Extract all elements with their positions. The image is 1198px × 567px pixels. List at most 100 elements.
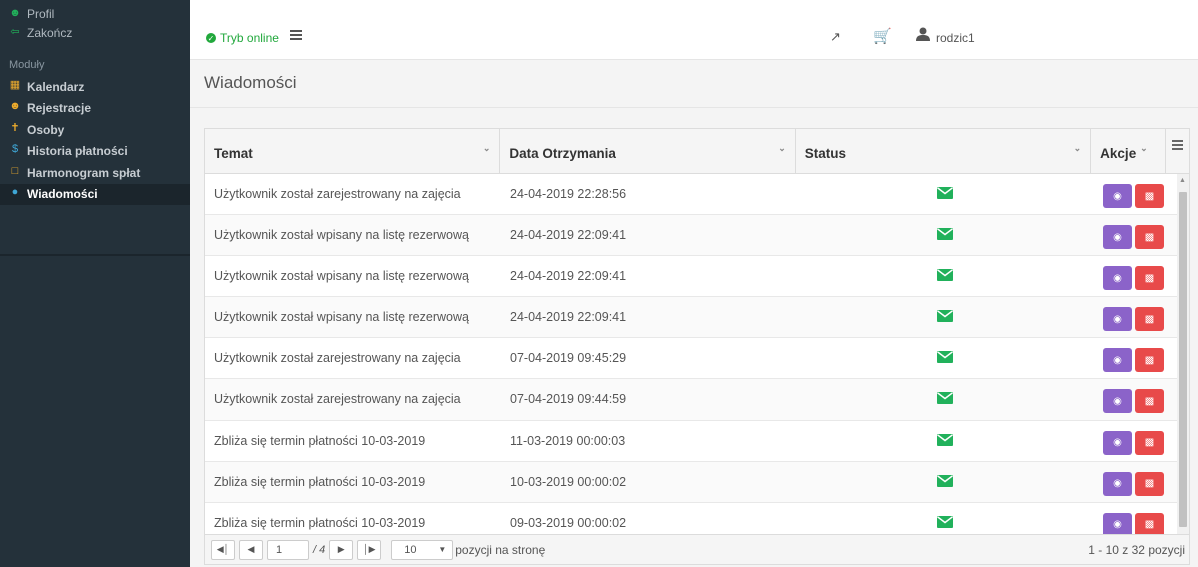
user-icon[interactable] [916, 27, 930, 41]
page-count: / 4 [313, 543, 326, 556]
cell-date: 24-04-2019 22:09:41 [510, 228, 627, 243]
delete-button[interactable]: ▩ [1135, 389, 1164, 414]
first-page-button[interactable]: ◀│ [211, 539, 235, 560]
view-button[interactable]: ◉ [1103, 430, 1132, 455]
view-button[interactable]: ◉ [1103, 184, 1132, 208]
male-icon: ✝ [10, 122, 20, 134]
cell-topic: Użytkownik został wpisany na listę rezer… [214, 310, 469, 325]
sidebar-item-kalendarz[interactable]: ▦ Kalendarz [0, 76, 190, 98]
delete-button[interactable]: ▩ [1135, 307, 1164, 332]
page-number-input[interactable] [267, 539, 309, 560]
cell-status [797, 256, 1093, 296]
cell-actions: ◉ ▩ [1093, 379, 1179, 419]
table-row[interactable]: Zbliża się termin płatności 10-03-2019 11… [205, 421, 1189, 462]
column-menu-icon[interactable] [1166, 129, 1189, 173]
delete-button[interactable]: ▩ [1135, 184, 1164, 208]
delete-button[interactable]: ▩ [1135, 430, 1164, 455]
cell-topic: Zbliża się termin płatności 10-03-2019 [214, 433, 426, 448]
view-button[interactable]: ◉ [1103, 266, 1132, 291]
table-row[interactable]: Użytkownik został zarejestrowany na zaję… [205, 174, 1189, 216]
delete-button[interactable]: ▩ [1135, 225, 1164, 250]
eye-icon: ◉ [1113, 190, 1122, 202]
sidebar-item-harmonogram-splat[interactable]: □ Harmonogram spłat [0, 162, 190, 184]
cell-status [797, 421, 1093, 461]
trash-icon: ▩ [1144, 354, 1155, 366]
sidebar-item-label: Osoby [27, 122, 65, 137]
scroll-up-icon[interactable]: ▲ [1179, 177, 1186, 184]
trash-icon: ▩ [1144, 231, 1155, 243]
cell-status [797, 462, 1093, 502]
cell-date: 10-03-2019 00:00:02 [510, 474, 627, 489]
online-status-label: Tryb online [220, 31, 279, 45]
caret-down-icon: ▼ [438, 545, 447, 554]
cell-actions: ◉ ▩ [1093, 297, 1179, 337]
fullscreen-icon[interactable]: ↗ [830, 29, 841, 45]
column-header-label: Temat [214, 146, 253, 161]
cell-actions: ◉ ▩ [1093, 174, 1179, 214]
delete-button[interactable]: ▩ [1135, 348, 1164, 373]
table-row[interactable]: Użytkownik został zarejestrowany na zaję… [205, 338, 1189, 380]
last-page-button[interactable]: │▶ [357, 539, 382, 560]
cell-actions: ◉ ▩ [1093, 421, 1179, 461]
trash-icon: ▩ [1144, 313, 1155, 325]
cell-status [797, 338, 1093, 378]
messages-grid: Temat ⌄ Data Otrzymania ⌄ Status ⌄ Akcje… [204, 128, 1190, 565]
chevron-down-icon[interactable]: ⌄ [1074, 143, 1082, 154]
eye-icon: ◉ [1113, 437, 1122, 449]
prev-page-button[interactable]: ◀ [239, 539, 263, 560]
sidebar-item-osoby[interactable]: ✝ Osoby [0, 119, 190, 141]
sidebar: ☻ Profil ⇦ Zakończ Moduły ▦ Kalendarz ☻ … [0, 0, 190, 567]
chevron-down-icon[interactable]: ⌄ [483, 143, 491, 154]
cart-icon[interactable]: 🛒 [873, 27, 892, 45]
username[interactable]: rodzic1 [936, 31, 975, 45]
menu-toggle-icon[interactable] [290, 30, 302, 42]
sidebar-item-historia-platnosci[interactable]: $ Historia płatności [0, 141, 190, 163]
view-button[interactable]: ◉ [1103, 225, 1132, 250]
topbar: ✓ Tryb online ↗ 🛒 rodzic1 [190, 0, 1198, 60]
eye-icon: ◉ [1113, 231, 1122, 243]
sidebar-item-zakoncz[interactable]: ⇦ Zakończ [0, 23, 190, 42]
view-button[interactable]: ◉ [1103, 389, 1132, 414]
vertical-scrollbar[interactable]: ▲ ▼ [1177, 174, 1189, 547]
page-size-label: pozycji na stronę [455, 542, 546, 557]
sidebar-item-label: Zakończ [27, 25, 73, 40]
trash-icon: ▩ [1144, 519, 1155, 531]
page-header: Wiadomości [190, 61, 1198, 108]
table-row[interactable]: Użytkownik został wpisany na listę rezer… [205, 215, 1189, 257]
trash-icon: ▩ [1144, 478, 1155, 490]
column-header-date[interactable]: Data Otrzymania ⌄ [500, 129, 796, 174]
cell-status [797, 379, 1093, 419]
column-header-label: Status [804, 146, 847, 161]
view-button[interactable]: ◉ [1103, 471, 1132, 496]
table-row[interactable]: Użytkownik został wpisany na listę rezer… [205, 297, 1189, 339]
view-button[interactable]: ◉ [1103, 307, 1132, 332]
scrollbar-thumb[interactable] [1179, 192, 1187, 527]
sidebar-item-wiadomosci[interactable]: ● Wiadomości [0, 183, 190, 205]
modules-heading: Moduły [9, 59, 45, 71]
column-header-topic[interactable]: Temat ⌄ [205, 129, 501, 174]
pager-info: 1 - 10 z 32 pozycji [1088, 543, 1185, 557]
cell-actions: ◉ ▩ [1093, 462, 1179, 502]
cell-date: 24-04-2019 22:28:56 [510, 187, 627, 201]
page-size-select[interactable]: 10 ▼ [391, 539, 454, 560]
next-page-button[interactable]: ▶ [329, 539, 354, 560]
table-row[interactable]: Zbliża się termin płatności 10-03-2019 10… [205, 461, 1189, 503]
check-circle-icon: ✓ [206, 33, 216, 43]
sidebar-item-profil[interactable]: ☻ Profil [0, 4, 190, 23]
pager: ◀│ ◀ / 4 ▶ │▶ 10 ▼ pozycji na stronę 1 -… [205, 534, 1189, 564]
sidebar-item-rejestracje[interactable]: ☻ Rejestracje [0, 98, 190, 120]
eye-icon: ◉ [1113, 478, 1122, 490]
chevron-down-icon[interactable]: ⌄ [1140, 143, 1148, 154]
column-header-actions[interactable]: Akcje ⌄ [1091, 129, 1167, 174]
sidebar-modules: ▦ Kalendarz ☻ Rejestracje ✝ Osoby $ Hist… [0, 76, 190, 205]
delete-button[interactable]: ▩ [1135, 471, 1164, 496]
view-button[interactable]: ◉ [1103, 348, 1132, 373]
column-header-status[interactable]: Status ⌄ [796, 129, 1092, 174]
chevron-down-icon[interactable]: ⌄ [778, 143, 786, 154]
page-title: Wiadomości [204, 73, 297, 92]
table-row[interactable]: Użytkownik został wpisany na listę rezer… [205, 256, 1189, 298]
delete-button[interactable]: ▩ [1135, 266, 1164, 291]
cell-date: 07-04-2019 09:44:59 [510, 392, 627, 407]
eye-icon: ◉ [1113, 354, 1122, 366]
table-row[interactable]: Użytkownik został zarejestrowany na zaję… [205, 379, 1189, 421]
